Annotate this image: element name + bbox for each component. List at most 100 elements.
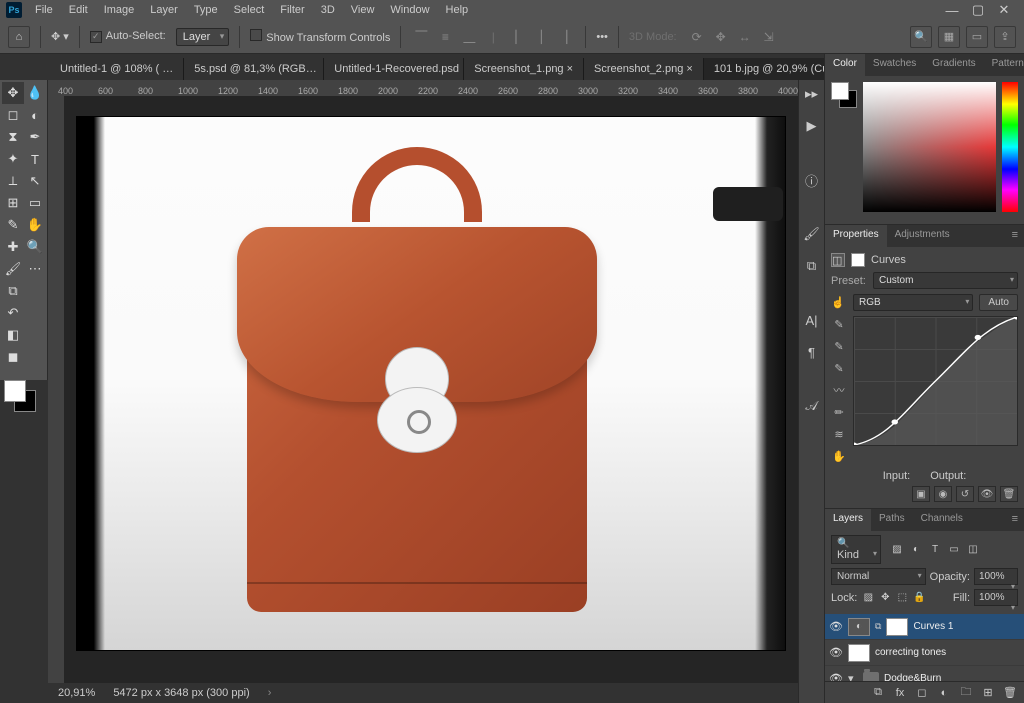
menu-help[interactable]: Help	[439, 1, 476, 19]
panel-menu-icon[interactable]: ≡	[1006, 509, 1024, 531]
frame-tool-icon[interactable]: ⊞	[2, 192, 24, 214]
hand-tool-icon[interactable]: ✋	[24, 214, 46, 236]
search-icon[interactable]: 🔍	[910, 26, 932, 48]
new-group-icon[interactable]: 🗀	[958, 685, 974, 701]
delete-adjust-icon[interactable]: 🗑	[1000, 486, 1018, 502]
eraser-tool-icon[interactable]: ◧	[2, 324, 24, 346]
play-icon[interactable]: ▶	[802, 116, 822, 136]
visibility-icon[interactable]: 👁	[829, 646, 843, 659]
panel-menu-icon[interactable]: ≡	[1006, 225, 1024, 247]
tab-layers[interactable]: Layers	[825, 509, 871, 531]
marquee-tool-icon[interactable]: ◻	[2, 104, 24, 126]
eyedropper-white-icon[interactable]: ✎	[831, 360, 847, 376]
window-minimize-icon[interactable]: —	[942, 3, 962, 17]
stamp-tool-icon[interactable]: ⧉	[2, 280, 24, 302]
new-layer-icon[interactable]: ⊞	[980, 685, 996, 701]
panel-fg-swatch[interactable]	[831, 82, 849, 100]
fill-value[interactable]: 100%	[974, 589, 1018, 606]
menu-view[interactable]: View	[344, 1, 382, 19]
hue-bar[interactable]	[1002, 82, 1018, 212]
menu-filter[interactable]: Filter	[273, 1, 311, 19]
menu-layer[interactable]: Layer	[143, 1, 185, 19]
align-top-icon[interactable]: ⎺	[411, 28, 431, 46]
tab-swatches[interactable]: Swatches	[865, 54, 924, 76]
add-mask-icon[interactable]: ◻	[914, 685, 930, 701]
layer-fx-icon[interactable]: fx	[892, 685, 908, 701]
mask-thumb[interactable]	[886, 618, 908, 636]
lock-all-icon[interactable]: 🔒	[912, 591, 926, 605]
lock-position-icon[interactable]: ✥	[878, 591, 892, 605]
auto-select-mode[interactable]: Layer	[176, 28, 230, 46]
curve-edit-icon[interactable]: 〰	[831, 382, 847, 398]
menu-file[interactable]: File	[28, 1, 60, 19]
filter-smart-icon[interactable]: ◫	[965, 543, 981, 557]
filter-type-icon[interactable]: T	[927, 543, 943, 557]
auto-button[interactable]: Auto	[979, 294, 1018, 311]
view-previous-icon[interactable]: ◉	[934, 486, 952, 502]
hand-icon[interactable]: ✋	[831, 448, 847, 464]
layer-thumb[interactable]	[848, 644, 870, 662]
sampler-icon[interactable]: ☝	[831, 296, 847, 309]
menu-image[interactable]: Image	[97, 1, 142, 19]
layer-group-row[interactable]: 👁 ▾ Dodge&Burn	[825, 666, 1024, 681]
home-button[interactable]: ⌂	[8, 26, 30, 48]
layer-row[interactable]: 👁 correcting tones	[825, 640, 1024, 666]
type-tool-icon[interactable]: T	[24, 148, 46, 170]
align-right-icon[interactable]: ⎥	[555, 28, 575, 46]
align-vcenter-icon[interactable]: ≡	[435, 28, 455, 46]
tab-gradients[interactable]: Gradients	[924, 54, 983, 76]
menu-type[interactable]: Type	[187, 1, 225, 19]
layer-row[interactable]: 👁 ◐ ⧉ Curves 1	[825, 614, 1024, 640]
blend-mode-select[interactable]: Normal	[831, 568, 926, 585]
more-options-icon[interactable]: •••	[596, 31, 608, 43]
opacity-value[interactable]: 100%	[974, 568, 1018, 585]
auto-select-checkbox[interactable]: ✓Auto-Select:	[90, 30, 166, 43]
layer-filter-select[interactable]: 🔍 Kind	[831, 535, 881, 564]
doc-tab[interactable]: Screenshot_1.png ×	[464, 58, 584, 80]
crop-tool-icon[interactable]: ⟂	[2, 170, 24, 192]
doc-tab[interactable]: Untitled-1-Recovered.psd×	[324, 58, 464, 80]
channel-select[interactable]: RGB	[853, 294, 973, 311]
quick-select-tool-icon[interactable]: ✦	[2, 148, 24, 170]
brush-panel-icon[interactable]: 🖌	[802, 224, 822, 244]
pen-tool-icon[interactable]: ✒	[24, 126, 46, 148]
link-layers-icon[interactable]: ⧉	[870, 685, 886, 701]
visibility-icon[interactable]: 👁	[829, 672, 843, 681]
share-icon[interactable]: ⇪	[994, 26, 1016, 48]
tab-paths[interactable]: Paths	[871, 509, 913, 531]
tab-adjustments[interactable]: Adjustments	[887, 225, 958, 247]
color-spectrum[interactable]	[863, 82, 996, 212]
menu-window[interactable]: Window	[383, 1, 436, 19]
lasso-tool-icon[interactable]: ⧗	[2, 126, 24, 148]
filter-shape-icon[interactable]: ▭	[946, 543, 962, 557]
filter-adjust-icon[interactable]: ◐	[908, 543, 924, 557]
canvas[interactable]	[64, 96, 798, 683]
shape-tool-icon[interactable]: ▭	[24, 192, 46, 214]
history-panel-icon[interactable]: ▸▸	[802, 84, 822, 104]
delete-layer-icon[interactable]: 🗑	[1002, 685, 1018, 701]
brush-tool-icon[interactable]: 🖌	[2, 258, 24, 280]
align-bottom-icon[interactable]: ⎽	[459, 28, 479, 46]
fg-color-swatch[interactable]	[4, 380, 26, 402]
align-icons[interactable]: ⎺ ≡ ⎽ | ⎢ ⎪ ⎥	[411, 28, 575, 46]
preset-select[interactable]: Custom	[873, 272, 1018, 289]
show-transform-checkbox[interactable]: Show Transform Controls	[250, 29, 390, 44]
lock-nested-icon[interactable]: ⬚	[895, 591, 909, 605]
link-icon[interactable]: ⧉	[875, 621, 881, 632]
eyedropper-gray-icon[interactable]: ✎	[831, 338, 847, 354]
edit-toolbar-icon[interactable]: ⋯	[24, 258, 46, 280]
workspace-icon[interactable]: ▭	[966, 26, 988, 48]
history-brush-icon[interactable]: ↶	[2, 302, 24, 324]
eyedropper-tool-icon[interactable]: ✎	[2, 214, 24, 236]
heal-tool-icon[interactable]: ✚	[2, 236, 24, 258]
arrange-docs-icon[interactable]: ▦	[938, 26, 960, 48]
tab-properties[interactable]: Properties	[825, 225, 887, 247]
window-close-icon[interactable]: ✕	[994, 3, 1014, 17]
status-menu-icon[interactable]: ›	[268, 687, 272, 699]
pencil-curve-icon[interactable]: ✏	[831, 404, 847, 420]
glyphs-panel-icon[interactable]: 𝒜	[802, 396, 822, 416]
zoom-tool-icon[interactable]: 🔍	[24, 236, 46, 258]
menu-edit[interactable]: Edit	[62, 1, 95, 19]
doc-tab[interactable]: Screenshot_2.png ×	[584, 58, 704, 80]
clip-layer-icon[interactable]: ▣	[912, 486, 930, 502]
